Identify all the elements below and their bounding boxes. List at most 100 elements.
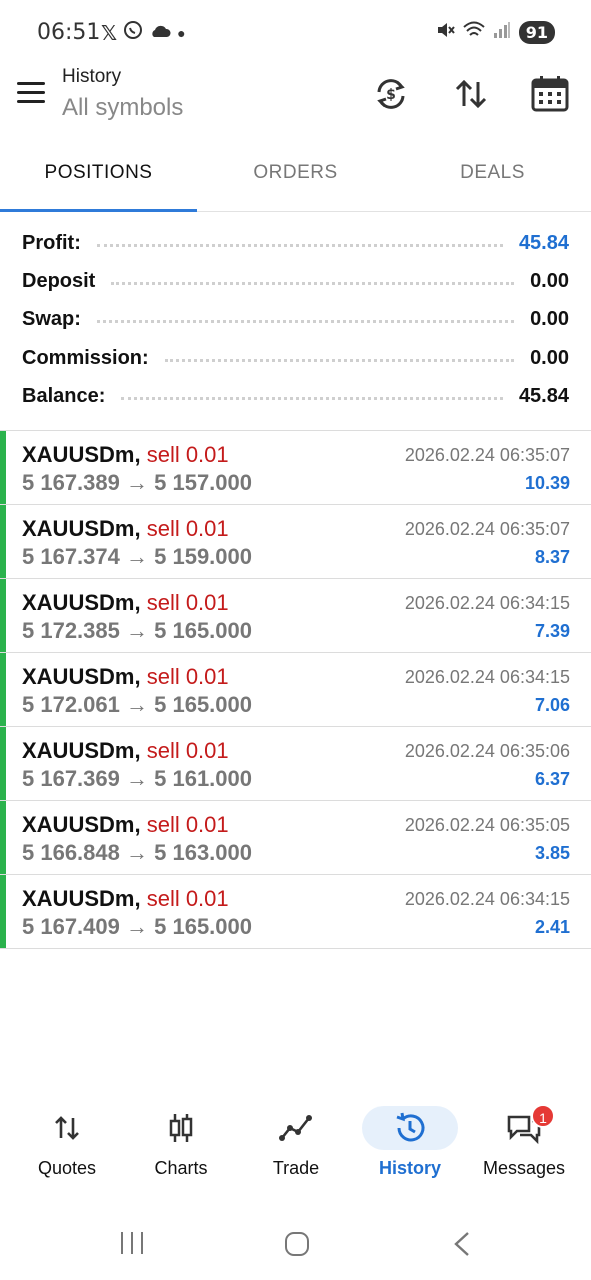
svg-text:$: $: [386, 87, 396, 103]
position-prices: 5 172.061 → 5 165.000: [22, 692, 252, 718]
position-symbol: XAUUSDm,: [22, 664, 141, 689]
position-title: XAUUSDm, sell 0.01: [22, 590, 229, 616]
symbol-filter[interactable]: All symbols: [62, 94, 183, 122]
position-profit: 2.41: [534, 917, 570, 937]
position-side: sell 0.01: [146, 590, 229, 615]
deposit-value: 0.00: [530, 269, 569, 292]
tab-positions[interactable]: POSITIONS: [0, 162, 197, 184]
position-indicator: [0, 579, 6, 652]
position-profit: 10.39: [524, 473, 570, 493]
position-prices: 5 167.369 → 5 161.000: [22, 766, 252, 792]
position-title: XAUUSDm, sell 0.01: [22, 442, 229, 468]
deposit-label: Deposit: [22, 269, 96, 292]
position-profit: 7.39: [534, 621, 570, 641]
position-symbol: XAUUSDm,: [22, 738, 141, 763]
commission-label: Commission:: [22, 346, 149, 369]
position-profit: 7.06: [534, 695, 570, 715]
home-icon[interactable]: [283, 1230, 311, 1258]
summary-row-deposit: Deposit 0.00: [0, 262, 591, 300]
positions-list: XAUUSDm, sell 0.01 5 167.389 → 5 157.000…: [0, 430, 591, 949]
whatsapp-icon: [123, 20, 143, 46]
position-symbol: XAUUSDm,: [22, 516, 141, 541]
arrow: →: [126, 766, 148, 791]
status-system-icons: 91: [435, 20, 555, 45]
position-symbol: XAUUSDm,: [22, 442, 141, 467]
nav-label: History: [378, 1158, 441, 1178]
swap-label: Swap:: [22, 308, 81, 331]
trade-icon: [248, 1106, 344, 1150]
system-navigation-bar: [0, 1208, 591, 1280]
position-title: XAUUSDm, sell 0.01: [22, 664, 229, 690]
dotted-leader: [96, 320, 515, 324]
recent-apps-icon[interactable]: [118, 1230, 146, 1256]
position-time: 2026.02.24 06:35:07: [404, 519, 570, 539]
history-tabs: POSITIONS ORDERS DEALS: [0, 142, 591, 212]
currency-exchange-icon[interactable]: $: [371, 74, 411, 114]
position-indicator: [0, 727, 6, 800]
nav-charts[interactable]: Charts: [122, 1096, 240, 1196]
nav-quotes[interactable]: Quotes: [8, 1096, 126, 1196]
position-time: 2026.02.24 06:35:07: [404, 445, 570, 465]
dotted-leader: [164, 358, 515, 362]
summary-panel: Profit: 45.84 Deposit 0.00 Swap: 0.00 Co…: [0, 224, 591, 415]
wifi-icon: [463, 21, 485, 44]
page-title: History: [62, 66, 122, 87]
balance-label: Balance:: [22, 384, 106, 407]
back-icon[interactable]: [450, 1230, 474, 1258]
list-item[interactable]: XAUUSDm, sell 0.01 5 167.369 → 5 161.000…: [0, 727, 591, 801]
position-indicator: [0, 431, 6, 504]
arrow: →: [126, 840, 148, 865]
arrow: →: [126, 914, 148, 939]
position-side: sell 0.01: [146, 812, 229, 837]
list-item[interactable]: XAUUSDm, sell 0.01 5 172.061 → 5 165.000…: [0, 653, 591, 727]
position-title: XAUUSDm, sell 0.01: [22, 516, 229, 542]
close-price: 5 159.000: [154, 544, 252, 569]
list-item[interactable]: XAUUSDm, sell 0.01 5 167.409 → 5 165.000…: [0, 875, 591, 949]
position-profit: 8.37: [534, 547, 570, 567]
position-prices: 5 172.385 → 5 165.000: [22, 618, 252, 644]
close-price: 5 165.000: [154, 692, 252, 717]
position-symbol: XAUUSDm,: [22, 590, 141, 615]
arrow: →: [126, 544, 148, 569]
position-time: 2026.02.24 06:34:15: [404, 889, 570, 909]
open-price: 5 167.374: [22, 544, 120, 569]
history-icon: [362, 1106, 458, 1150]
nav-trade[interactable]: Trade: [237, 1096, 355, 1196]
dot-icon: ●: [177, 25, 186, 41]
summary-row-commission: Commission: 0.00: [0, 339, 591, 377]
sort-icon[interactable]: [451, 74, 491, 114]
position-prices: 5 167.389 → 5 157.000: [22, 470, 252, 496]
dotted-leader: [121, 396, 503, 400]
position-indicator: [0, 801, 6, 874]
position-side: sell 0.01: [146, 442, 229, 467]
position-prices: 5 166.848 → 5 163.000: [22, 840, 252, 866]
profit-label: Profit:: [22, 231, 81, 254]
list-item[interactable]: XAUUSDm, sell 0.01 5 172.385 → 5 165.000…: [0, 579, 591, 653]
nav-label: Trade: [272, 1158, 320, 1178]
list-item[interactable]: XAUUSDm, sell 0.01 5 166.848 → 5 163.000…: [0, 801, 591, 875]
position-time: 2026.02.24 06:35:05: [404, 815, 570, 835]
open-price: 5 167.369: [22, 766, 120, 791]
list-item[interactable]: XAUUSDm, sell 0.01 5 167.389 → 5 157.000…: [0, 431, 591, 505]
position-indicator: [0, 875, 6, 948]
position-symbol: XAUUSDm,: [22, 886, 141, 911]
nav-messages[interactable]: 1 Messages: [465, 1096, 583, 1196]
position-time: 2026.02.24 06:34:15: [404, 667, 570, 687]
battery-level: 91: [518, 21, 555, 44]
position-profit: 6.37: [534, 769, 570, 789]
position-side: sell 0.01: [146, 516, 229, 541]
tab-deals[interactable]: DEALS: [394, 162, 591, 184]
open-price: 5 166.848: [22, 840, 120, 865]
x-app-icon: 𝕏: [101, 22, 118, 45]
balance-value: 45.84: [518, 384, 569, 407]
quotes-icon: [19, 1106, 115, 1150]
mute-icon: [435, 20, 455, 45]
hamburger-menu-icon[interactable]: [17, 82, 45, 104]
tab-orders[interactable]: ORDERS: [197, 162, 394, 184]
position-time: 2026.02.24 06:35:06: [404, 741, 570, 761]
calendar-icon[interactable]: [530, 74, 570, 114]
status-bar: 06:51 𝕏 ● 91: [0, 0, 591, 62]
nav-history[interactable]: History: [351, 1096, 469, 1196]
list-item[interactable]: XAUUSDm, sell 0.01 5 167.374 → 5 159.000…: [0, 505, 591, 579]
summary-row-profit: Profit: 45.84: [0, 224, 591, 262]
